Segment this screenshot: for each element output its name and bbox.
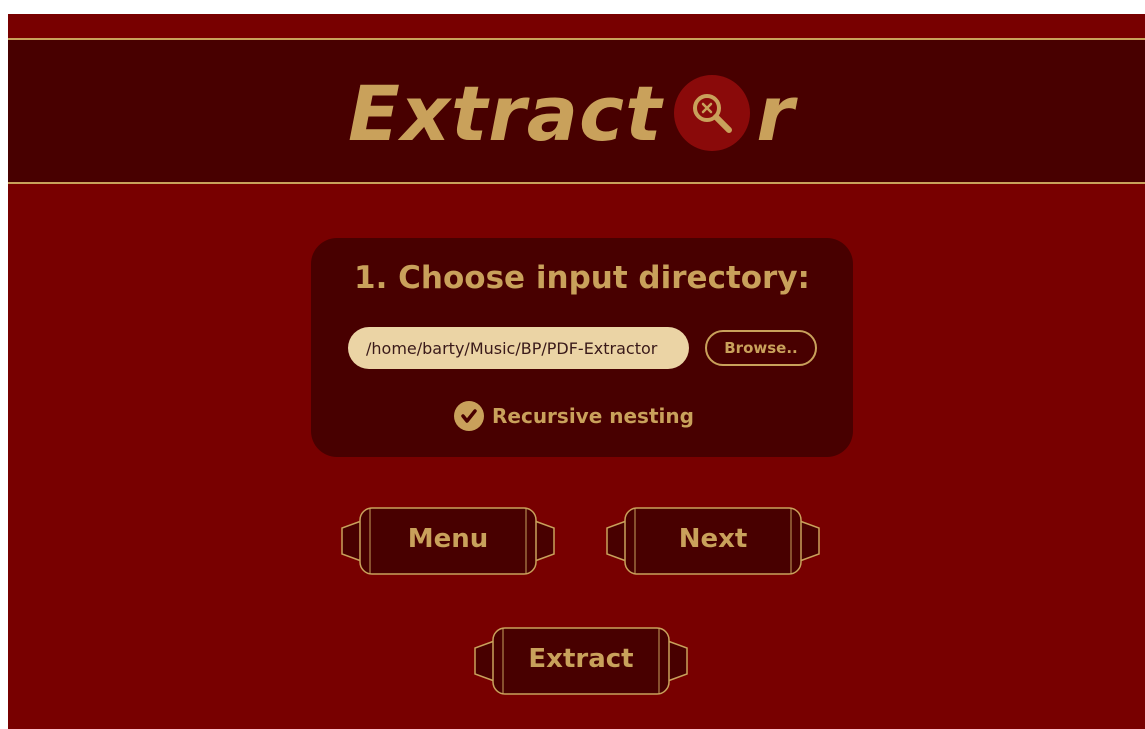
next-button-label: Next	[678, 524, 748, 554]
recursive-nesting-label: Recursive nesting	[492, 404, 694, 428]
logo-text-suffix: r	[756, 68, 795, 158]
menu-button-label: Menu	[407, 524, 489, 554]
app-window: Extract r 1. Choose input directory: Bro…	[8, 14, 1145, 729]
recursive-nesting-toggle[interactable]: Recursive nesting	[454, 401, 694, 431]
checkmark-icon[interactable]	[454, 401, 484, 431]
extract-button-label: Extract	[528, 644, 634, 674]
directory-path-input[interactable]	[348, 327, 689, 369]
logo-text-prefix: Extract	[348, 68, 663, 158]
input-directory-panel: 1. Choose input directory: Browse.. Recu…	[311, 238, 853, 457]
menu-button[interactable]: Menu	[336, 506, 560, 576]
search-x-icon	[674, 75, 751, 151]
extract-button[interactable]: Extract	[469, 626, 693, 696]
browse-button[interactable]: Browse..	[705, 330, 817, 366]
next-button[interactable]: Next	[601, 506, 825, 576]
panel-title: 1. Choose input directory:	[354, 260, 810, 296]
app-logo: Extract r	[348, 68, 795, 158]
